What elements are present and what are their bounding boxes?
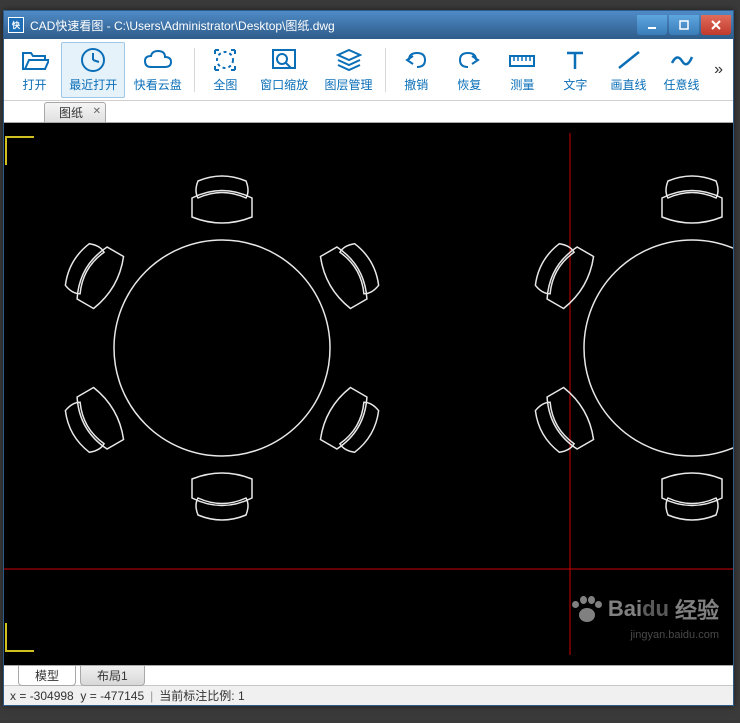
toolbar-separator xyxy=(194,48,195,92)
undo-button[interactable]: 撤销 xyxy=(390,42,443,98)
redo-icon xyxy=(453,46,485,74)
layers-icon xyxy=(333,46,365,74)
document-tab[interactable]: 图纸 ✕ xyxy=(44,102,106,122)
recent-open-button[interactable]: 最近打开 xyxy=(61,42,125,98)
toolbar-overflow-button[interactable]: » xyxy=(708,61,729,79)
window-controls xyxy=(635,15,731,35)
app-icon: 快 xyxy=(8,17,24,33)
text-button[interactable]: 文字 xyxy=(549,42,602,98)
tab-close-icon[interactable]: ✕ xyxy=(93,106,101,117)
toolbar: 打开 最近打开 快看云盘 全图 窗口缩放 图层管理 撤销 xyxy=(4,39,733,101)
text-icon xyxy=(559,46,591,74)
ruler-icon xyxy=(506,46,538,74)
cloud-icon xyxy=(142,46,174,74)
status-x-label: x = xyxy=(10,689,26,703)
status-scale-label: 当前标注比例: xyxy=(159,687,234,704)
status-x-value: -304998 xyxy=(30,689,74,703)
close-button[interactable] xyxy=(701,15,731,35)
statusbar: x = -304998 y = -477145 | 当前标注比例: 1 xyxy=(4,685,733,705)
app-window: 快 CAD快速看图 - C:\Users\Administrator\Deskt… xyxy=(3,10,734,706)
window-zoom-button[interactable]: 窗口缩放 xyxy=(252,42,316,98)
cad-drawing xyxy=(4,123,733,665)
document-tab-label: 图纸 xyxy=(59,104,83,121)
undo-icon xyxy=(400,46,432,74)
status-y-label: y = xyxy=(80,689,96,703)
redo-button[interactable]: 恢复 xyxy=(443,42,496,98)
toolbar-separator xyxy=(385,48,386,92)
fullscreen-icon xyxy=(209,46,241,74)
cloud-disk-button[interactable]: 快看云盘 xyxy=(125,42,189,98)
open-button[interactable]: 打开 xyxy=(8,42,61,98)
minimize-button[interactable] xyxy=(637,15,667,35)
freehand-button[interactable]: 任意线 xyxy=(655,42,708,98)
draw-line-button[interactable]: 画直线 xyxy=(602,42,655,98)
model-layout-tabs: 模型 布局1 xyxy=(4,665,733,685)
titlebar[interactable]: 快 CAD快速看图 - C:\Users\Administrator\Deskt… xyxy=(4,11,733,39)
clock-icon xyxy=(77,46,109,74)
layout1-tab[interactable]: 布局1 xyxy=(80,665,145,686)
model-tab[interactable]: 模型 xyxy=(18,665,76,686)
layer-management-button[interactable]: 图层管理 xyxy=(316,42,380,98)
status-y-value: -477145 xyxy=(100,689,144,703)
drawing-canvas[interactable]: Baidu 经验 jingyan.baidu.com xyxy=(4,123,733,665)
line-icon xyxy=(613,46,645,74)
folder-open-icon xyxy=(19,46,51,74)
maximize-button[interactable] xyxy=(669,15,699,35)
freehand-icon xyxy=(666,46,698,74)
window-title: CAD快速看图 - C:\Users\Administrator\Desktop… xyxy=(30,17,635,34)
status-scale-value: 1 xyxy=(238,689,245,703)
document-tabs: 图纸 ✕ xyxy=(4,101,733,123)
zoom-window-icon xyxy=(268,46,300,74)
full-view-button[interactable]: 全图 xyxy=(199,42,252,98)
measure-button[interactable]: 测量 xyxy=(496,42,549,98)
